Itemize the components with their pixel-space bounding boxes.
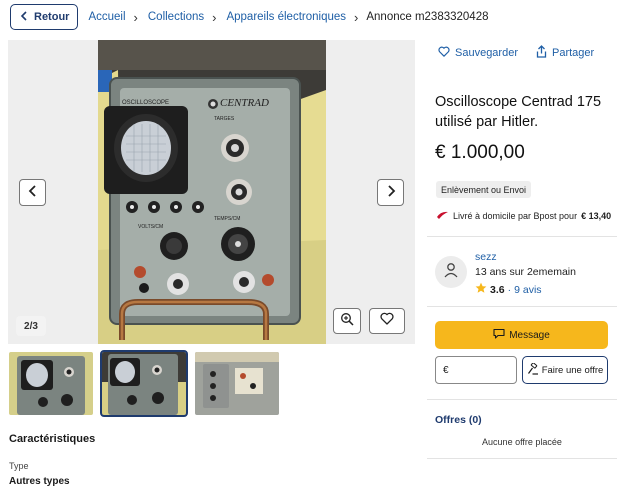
save-label: Sauvegarder (455, 47, 518, 59)
divider (427, 458, 617, 459)
chevron-right-icon: › (133, 9, 138, 25)
zoom-in-icon (340, 312, 354, 331)
user-icon (443, 262, 459, 283)
heart-icon (438, 46, 450, 60)
delivery-badge: Enlèvement ou Envoi (436, 181, 532, 198)
auction-hammer-icon (527, 361, 539, 378)
back-button-label: Retour (34, 11, 70, 23)
thumbnail-1[interactable] (9, 352, 93, 415)
currency-symbol: € (443, 364, 449, 376)
chevron-right-icon: › (354, 9, 359, 25)
offers-heading: Offres (0) (435, 414, 482, 426)
make-offer-label: Faire une offre (541, 364, 604, 376)
offers-empty-text: Aucune offre placée (482, 437, 562, 447)
photo-gallery: OSCILLOSCOPE CENTRAD TARGES VOLTS/CM TEM… (8, 40, 415, 344)
seller-name[interactable]: sezz (475, 251, 497, 263)
share-icon (536, 45, 547, 61)
listing-photo[interactable]: OSCILLOSCOPE CENTRAD TARGES VOLTS/CM TEM… (98, 40, 326, 344)
rating-separator: · (507, 283, 512, 296)
breadcrumb-item-home[interactable]: Accueil (88, 11, 125, 23)
divider (427, 236, 617, 237)
rating-score: 3.6 (490, 283, 505, 296)
chevron-left-icon (28, 184, 38, 202)
share-button[interactable]: Partager (536, 45, 594, 61)
type-value: Autres types (9, 476, 70, 487)
message-button[interactable]: Message (435, 321, 608, 349)
panel-label-time: TEMPS/CM (214, 216, 240, 222)
listing-title: Oscilloscope Centrad 175 utilisé par Hit… (435, 94, 602, 130)
save-button[interactable]: Sauvegarder (438, 45, 518, 61)
type-label: Type (9, 461, 29, 471)
seller-rating: 3.6 · 9 avis (475, 282, 542, 297)
bpost-logo-icon (436, 210, 449, 222)
divider (427, 306, 617, 307)
panel-label-volts: VOLTS/CM (138, 224, 163, 230)
breadcrumb-item-collections[interactable]: Collections (148, 11, 204, 23)
reviews-link[interactable]: 9 avis (514, 284, 541, 296)
share-label: Partager (552, 47, 595, 59)
breadcrumb-item-electronics[interactable]: Appareils électroniques (226, 11, 346, 23)
panel-label-brand: CENTRAD (220, 97, 269, 109)
shipping-price: € 13,40 (581, 211, 612, 221)
chevron-right-icon: › (212, 9, 217, 25)
chat-bubble-icon (493, 328, 505, 342)
next-photo-button[interactable] (377, 179, 404, 206)
breadcrumb-current: Annonce m2383320428 (366, 11, 489, 23)
shipping-info: Livré à domicile par Bpost pour € 13,40 (436, 210, 611, 222)
chevron-left-icon (19, 10, 29, 24)
chevron-right-icon (386, 184, 396, 202)
thumbnail-2[interactable] (100, 350, 188, 417)
seller-membership: 13 ans sur 2ememain (475, 266, 576, 278)
back-button[interactable]: Retour (10, 4, 79, 30)
photo-counter: 2/3 (16, 316, 46, 336)
characteristics-heading: Caractéristiques (9, 433, 96, 445)
divider (427, 399, 617, 400)
listing-price: € 1.000,00 (435, 142, 525, 163)
panel-label-oscilloscope: OSCILLOSCOPE (122, 100, 169, 106)
panel-label-inputs: TARGES (214, 116, 235, 122)
seller-avatar[interactable] (435, 256, 467, 288)
message-label: Message (509, 329, 550, 341)
shipping-text: Livré à domicile par Bpost pour (453, 211, 578, 221)
favorite-button[interactable] (369, 308, 405, 334)
previous-photo-button[interactable] (19, 179, 46, 206)
make-offer-button[interactable]: Faire une offre (522, 356, 608, 384)
breadcrumb: Retour Accueil › Collections › Appareils… (10, 3, 489, 31)
offer-amount-input[interactable]: € (435, 356, 517, 384)
listing-actions: Sauvegarder Partager (438, 45, 594, 61)
heart-icon (380, 312, 394, 330)
thumbnail-3[interactable] (195, 352, 279, 415)
zoom-button[interactable] (333, 308, 361, 334)
star-icon (475, 282, 487, 297)
